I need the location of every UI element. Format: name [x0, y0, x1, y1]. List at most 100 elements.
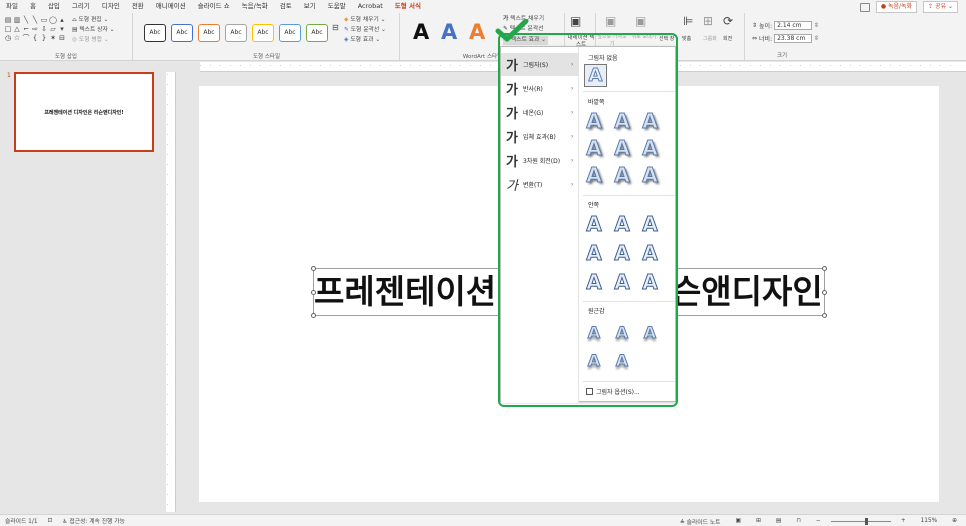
- zoom-slider[interactable]: [830, 517, 891, 525]
- shape-star-icon[interactable]: ☆: [13, 34, 21, 42]
- shadow-perspective-option[interactable]: A: [639, 321, 661, 345]
- shadow-inner-option[interactable]: A: [639, 241, 661, 266]
- align-icon[interactable]: ⊫: [683, 15, 693, 27]
- shadow-outer-option[interactable]: A: [583, 109, 605, 134]
- wordart-style-blue[interactable]: A: [441, 19, 457, 45]
- bring-forward-icon[interactable]: ▣: [605, 15, 616, 27]
- shape-callout-icon[interactable]: ◷: [4, 34, 12, 42]
- shape-style-4[interactable]: Abc: [225, 24, 247, 42]
- shadow-inner-option[interactable]: A: [611, 241, 633, 266]
- shape-vertical-text-icon[interactable]: ▥: [13, 16, 21, 24]
- shadow-perspective-option[interactable]: A: [583, 349, 605, 373]
- comments-icon[interactable]: [859, 2, 870, 12]
- edit-shape-button[interactable]: ⌓ 도형 편집 ⌄: [72, 16, 108, 25]
- shadow-inner-option[interactable]: A: [583, 241, 605, 266]
- resize-handle[interactable]: [822, 266, 827, 271]
- shadow-outer-option[interactable]: A: [639, 163, 661, 188]
- menu-item-glow[interactable]: 가 네온(G) ›: [501, 101, 579, 124]
- shape-style-7[interactable]: Abc: [306, 24, 328, 42]
- menu-item-bevel[interactable]: 가 입체 효과(B) ›: [501, 125, 579, 148]
- fit-slide-icon[interactable]: ⊕: [947, 518, 962, 524]
- shape-square-icon[interactable]: □: [4, 25, 12, 33]
- notes-button[interactable]: ≜ 슬라이드 노트: [675, 517, 726, 526]
- gallery-more-icon[interactable]: ⊟: [332, 23, 339, 32]
- tab-view[interactable]: 보기: [298, 0, 322, 13]
- resize-handle[interactable]: [311, 313, 316, 318]
- shape-star-small-icon[interactable]: ✶: [49, 34, 57, 42]
- text-box-button[interactable]: ▤ 텍스트 상자 ⌄: [72, 26, 115, 35]
- alt-text-icon[interactable]: ▣: [570, 15, 581, 27]
- shape-arc-icon[interactable]: ⌒: [22, 34, 30, 42]
- shadow-outer-option[interactable]: A: [639, 109, 661, 134]
- resize-handle[interactable]: [311, 290, 316, 295]
- width-spinner-icon[interactable]: ⇳: [814, 35, 819, 42]
- tab-file[interactable]: 파일: [0, 0, 24, 13]
- shape-style-1[interactable]: Abc: [144, 24, 166, 42]
- shadow-none-option[interactable]: A: [584, 64, 607, 87]
- shadow-perspective-option[interactable]: A: [611, 349, 633, 373]
- group-icon[interactable]: ⊞: [703, 15, 713, 27]
- shape-brace-icon[interactable]: {: [31, 34, 39, 42]
- shadow-inner-option[interactable]: A: [611, 270, 633, 295]
- zoom-level[interactable]: 115%: [916, 518, 943, 524]
- shadow-outer-option[interactable]: A: [639, 136, 661, 161]
- shadow-inner-option[interactable]: A: [639, 270, 661, 295]
- height-spinner-icon[interactable]: ⇳: [814, 22, 819, 29]
- shape-gallery-more-icon[interactable]: ⊟: [58, 34, 66, 42]
- shadow-inner-option[interactable]: A: [611, 212, 633, 237]
- reading-view-icon[interactable]: ▤: [771, 518, 786, 524]
- shadow-inner-option[interactable]: A: [583, 270, 605, 295]
- shape-effects-button[interactable]: ◈ 도형 효과 ⌄: [344, 36, 380, 45]
- tab-review[interactable]: 검토: [274, 0, 298, 13]
- shape-flowchart-icon[interactable]: ▱: [49, 25, 57, 33]
- slide-thumbnail[interactable]: 프레젠테이션 디자인은 리슨앤디자인!: [14, 72, 154, 152]
- slideshow-icon[interactable]: ⊓: [791, 518, 806, 524]
- more-shapes-icon[interactable]: ▴: [58, 16, 66, 24]
- shadow-inner-option[interactable]: A: [583, 212, 605, 237]
- rotate-label[interactable]: 회전: [723, 35, 732, 44]
- width-input[interactable]: 23.38 cm: [774, 34, 813, 43]
- send-backward-icon[interactable]: ▣: [635, 15, 646, 27]
- tab-draw[interactable]: 그리기: [66, 0, 96, 13]
- zoom-out-icon[interactable]: −: [811, 518, 826, 524]
- shape-arrow-down-icon[interactable]: ⇩: [40, 25, 48, 33]
- shape-triangle-icon[interactable]: △: [13, 25, 21, 33]
- group-label[interactable]: 그룹화: [703, 35, 717, 44]
- resize-handle[interactable]: [311, 266, 316, 271]
- shape-gallery-scroll-icon[interactable]: ▾: [58, 25, 66, 33]
- shape-style-2[interactable]: Abc: [171, 24, 193, 42]
- tab-help[interactable]: 도움말: [322, 0, 352, 13]
- shape-fill-button[interactable]: ◆ 도형 채우기 ⌄: [344, 16, 386, 25]
- tab-design[interactable]: 디자인: [96, 0, 126, 13]
- menu-item-reflection[interactable]: 가 반사(R) ›: [501, 77, 579, 100]
- tab-acrobat[interactable]: Acrobat: [352, 0, 389, 13]
- shadow-outer-option[interactable]: A: [583, 163, 605, 188]
- shape-outline-button[interactable]: ✎ 도형 윤곽선 ⌄: [344, 26, 386, 35]
- send-backward-label[interactable]: 뒤로 보내기: [629, 34, 659, 41]
- merge-shapes-button[interactable]: ◎ 도형 병합 ⌄: [72, 36, 109, 45]
- tab-slideshow[interactable]: 슬라이드 쇼: [192, 0, 236, 13]
- spell-check-icon[interactable]: ⊡: [43, 518, 58, 524]
- shape-lshape-icon[interactable]: ⌐: [22, 25, 30, 33]
- shape-arrow-right-icon[interactable]: ⇨: [31, 25, 39, 33]
- shadow-perspective-option[interactable]: A: [583, 321, 605, 345]
- shape-line-icon[interactable]: ╲: [31, 16, 39, 24]
- accessibility-status[interactable]: ♿ 접근성: 계속 진행 가능: [57, 516, 130, 525]
- shape-line-icon[interactable]: ╲: [22, 16, 30, 24]
- shape-style-6[interactable]: Abc: [279, 24, 301, 42]
- record-button[interactable]: ● 녹음/녹화: [875, 1, 918, 13]
- shape-rectangle-icon[interactable]: ▭: [40, 16, 48, 24]
- shape-style-3[interactable]: Abc: [198, 24, 220, 42]
- shadow-outer-option[interactable]: A: [583, 136, 605, 161]
- shadow-options-button[interactable]: 그림자 옵션(S)...: [586, 387, 640, 396]
- shape-brace-close-icon[interactable]: }: [40, 34, 48, 42]
- shadow-outer-option[interactable]: A: [611, 109, 633, 134]
- shape-style-5[interactable]: Abc: [252, 24, 274, 42]
- resize-handle[interactable]: [822, 290, 827, 295]
- shape-textbox-icon[interactable]: ▤: [4, 16, 12, 24]
- shadow-outer-option[interactable]: A: [611, 163, 633, 188]
- menu-item-transform[interactable]: 가 변환(T) ›: [501, 173, 579, 196]
- tab-transitions[interactable]: 전환: [126, 0, 150, 13]
- tab-shape-format[interactable]: 도형 서식: [388, 0, 427, 14]
- normal-view-icon[interactable]: ▣: [730, 518, 745, 524]
